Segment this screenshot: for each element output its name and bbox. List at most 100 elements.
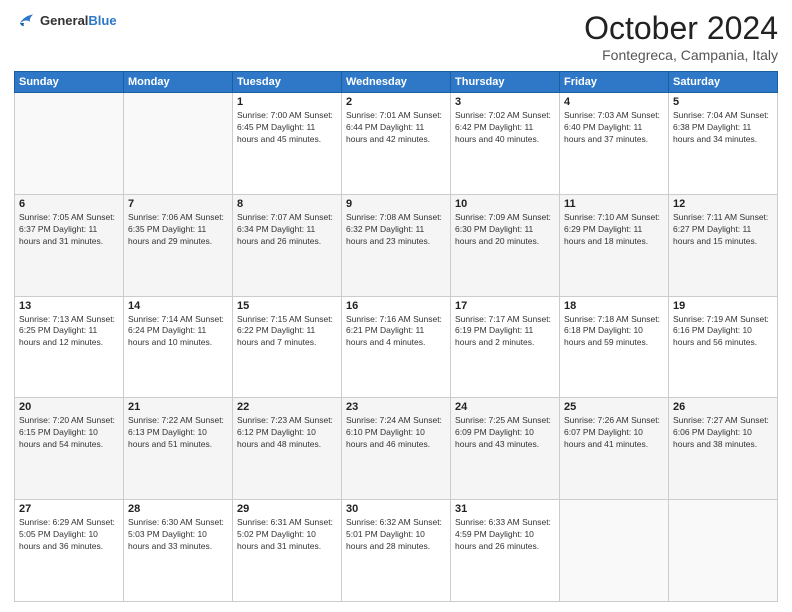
page: GeneralBlue October 2024 Fontegreca, Cam… — [0, 0, 792, 612]
calendar-cell: 17Sunrise: 7:17 AM Sunset: 6:19 PM Dayli… — [451, 296, 560, 398]
day-number: 28 — [128, 503, 228, 515]
day-number: 30 — [346, 503, 446, 515]
day-info: Sunrise: 7:11 AM Sunset: 6:27 PM Dayligh… — [673, 212, 773, 248]
header: GeneralBlue October 2024 Fontegreca, Cam… — [14, 10, 778, 63]
day-info: Sunrise: 7:06 AM Sunset: 6:35 PM Dayligh… — [128, 212, 228, 248]
day-info: Sunrise: 7:13 AM Sunset: 6:25 PM Dayligh… — [19, 314, 119, 350]
day-number: 25 — [564, 401, 664, 413]
day-number: 3 — [455, 96, 555, 108]
calendar-cell — [15, 93, 124, 195]
logo-general: General — [40, 13, 88, 28]
title-block: October 2024 Fontegreca, Campania, Italy — [584, 10, 778, 63]
col-friday: Friday — [560, 72, 669, 93]
day-number: 14 — [128, 300, 228, 312]
calendar-header-row: Sunday Monday Tuesday Wednesday Thursday… — [15, 72, 778, 93]
calendar-cell: 16 Sunrise: 7:16 AM Sunset: 6:21 PM Dayli… — [342, 296, 451, 398]
day-info: Sunrise: 7:05 AM Sunset: 6:37 PM Dayligh… — [19, 212, 119, 248]
calendar-cell: 14 Sunrise: 7:14 AM Sunset: 6:24 PM Dayli… — [124, 296, 233, 398]
calendar-cell: 21Sunrise: 7:22 AM Sunset: 6:13 PM Dayli… — [124, 398, 233, 500]
col-tuesday: Tuesday — [233, 72, 342, 93]
day-number: 29 — [237, 503, 337, 515]
calendar-cell: 20 Sunrise: 7:20 AM Sunset: 6:15 PM Dayli… — [15, 398, 124, 500]
day-number: 26 — [673, 401, 773, 413]
day-number: 2 — [346, 96, 446, 108]
calendar-cell: 11 Sunrise: 7:10 AM Sunset: 6:29 PM Dayli… — [560, 194, 669, 296]
calendar-week-2: 6 Sunrise: 7:05 AM Sunset: 6:37 PM Daylig… — [15, 194, 778, 296]
calendar-cell — [124, 93, 233, 195]
calendar-week-3: 13 Sunrise: 7:13 AM Sunset: 6:25 PM Dayli… — [15, 296, 778, 398]
day-info: Sunrise: 7:01 AM Sunset: 6:44 PM Dayligh… — [346, 110, 446, 146]
calendar-cell: 30 Sunrise: 6:32 AM Sunset: 5:01 PM Dayli… — [342, 500, 451, 602]
calendar-cell — [560, 500, 669, 602]
day-info: Sunrise: 7:14 AM Sunset: 6:24 PM Dayligh… — [128, 314, 228, 350]
day-info: Sunrise: 7:27 AM Sunset: 6:06 PM Dayligh… — [673, 415, 773, 451]
day-number: 4 — [564, 96, 664, 108]
day-number: 20 — [19, 401, 119, 413]
col-wednesday: Wednesday — [342, 72, 451, 93]
day-number: 16 — [346, 300, 446, 312]
calendar-cell — [669, 500, 778, 602]
day-number: 6 — [19, 198, 119, 210]
col-thursday: Thursday — [451, 72, 560, 93]
day-number: 13 — [19, 300, 119, 312]
day-info: Sunrise: 7:03 AM Sunset: 6:40 PM Dayligh… — [564, 110, 664, 146]
day-info: Sunrise: 7:24 AM Sunset: 6:10 PM Dayligh… — [346, 415, 446, 451]
day-number: 8 — [237, 198, 337, 210]
day-info: Sunrise: 7:20 AM Sunset: 6:15 PM Dayligh… — [19, 415, 119, 451]
day-number: 21 — [128, 401, 228, 413]
day-info: Sunrise: 7:17 AM Sunset: 6:19 PM Dayligh… — [455, 314, 555, 350]
day-info: Sunrise: 7:18 AM Sunset: 6:18 PM Dayligh… — [564, 314, 664, 350]
calendar-cell: 8 Sunrise: 7:07 AM Sunset: 6:34 PM Daylig… — [233, 194, 342, 296]
day-info: Sunrise: 7:25 AM Sunset: 6:09 PM Dayligh… — [455, 415, 555, 451]
day-info: Sunrise: 7:26 AM Sunset: 6:07 PM Dayligh… — [564, 415, 664, 451]
day-number: 7 — [128, 198, 228, 210]
calendar-cell: 4 Sunrise: 7:03 AM Sunset: 6:40 PM Daylig… — [560, 93, 669, 195]
calendar-cell: 2 Sunrise: 7:01 AM Sunset: 6:44 PM Daylig… — [342, 93, 451, 195]
calendar-cell: 18Sunrise: 7:18 AM Sunset: 6:18 PM Dayli… — [560, 296, 669, 398]
calendar-cell: 1 Sunrise: 7:00 AM Sunset: 6:45 PM Daylig… — [233, 93, 342, 195]
calendar-cell: 13 Sunrise: 7:13 AM Sunset: 6:25 PM Dayli… — [15, 296, 124, 398]
day-info: Sunrise: 7:00 AM Sunset: 6:45 PM Dayligh… — [237, 110, 337, 146]
day-number: 31 — [455, 503, 555, 515]
day-number: 19 — [673, 300, 773, 312]
day-info: Sunrise: 7:07 AM Sunset: 6:34 PM Dayligh… — [237, 212, 337, 248]
calendar-cell: 22 Sunrise: 7:23 AM Sunset: 6:12 PM Dayli… — [233, 398, 342, 500]
day-info: Sunrise: 6:32 AM Sunset: 5:01 PM Dayligh… — [346, 517, 446, 553]
day-info: Sunrise: 7:08 AM Sunset: 6:32 PM Dayligh… — [346, 212, 446, 248]
day-info: Sunrise: 6:30 AM Sunset: 5:03 PM Dayligh… — [128, 517, 228, 553]
calendar-cell: 23 Sunrise: 7:24 AM Sunset: 6:10 PM Dayli… — [342, 398, 451, 500]
day-number: 1 — [237, 96, 337, 108]
calendar-cell: 7 Sunrise: 7:06 AM Sunset: 6:35 PM Daylig… — [124, 194, 233, 296]
day-number: 24 — [455, 401, 555, 413]
day-number: 11 — [564, 198, 664, 210]
calendar-cell: 19 Sunrise: 7:19 AM Sunset: 6:16 PM Dayli… — [669, 296, 778, 398]
calendar-cell: 31 Sunrise: 6:33 AM Sunset: 4:59 PM Dayli… — [451, 500, 560, 602]
day-number: 15 — [237, 300, 337, 312]
day-info: Sunrise: 7:04 AM Sunset: 6:38 PM Dayligh… — [673, 110, 773, 146]
day-number: 23 — [346, 401, 446, 413]
calendar-cell: 26 Sunrise: 7:27 AM Sunset: 6:06 PM Dayli… — [669, 398, 778, 500]
calendar-cell: 25 Sunrise: 7:26 AM Sunset: 6:07 PM Dayli… — [560, 398, 669, 500]
location: Fontegreca, Campania, Italy — [584, 47, 778, 63]
day-info: Sunrise: 6:33 AM Sunset: 4:59 PM Dayligh… — [455, 517, 555, 553]
day-info: Sunrise: 7:16 AM Sunset: 6:21 PM Dayligh… — [346, 314, 446, 350]
col-sunday: Sunday — [15, 72, 124, 93]
col-saturday: Saturday — [669, 72, 778, 93]
calendar-cell: 29 Sunrise: 6:31 AM Sunset: 5:02 PM Dayli… — [233, 500, 342, 602]
col-monday: Monday — [124, 72, 233, 93]
calendar-cell: 3Sunrise: 7:02 AM Sunset: 6:42 PM Daylig… — [451, 93, 560, 195]
calendar-cell: 15 Sunrise: 7:15 AM Sunset: 6:22 PM Dayli… — [233, 296, 342, 398]
day-number: 22 — [237, 401, 337, 413]
calendar-cell: 28 Sunrise: 6:30 AM Sunset: 5:03 PM Dayli… — [124, 500, 233, 602]
month-title: October 2024 — [584, 10, 778, 47]
day-info: Sunrise: 7:15 AM Sunset: 6:22 PM Dayligh… — [237, 314, 337, 350]
day-number: 10 — [455, 198, 555, 210]
day-info: Sunrise: 7:19 AM Sunset: 6:16 PM Dayligh… — [673, 314, 773, 350]
day-info: Sunrise: 7:10 AM Sunset: 6:29 PM Dayligh… — [564, 212, 664, 248]
calendar-cell: 6 Sunrise: 7:05 AM Sunset: 6:37 PM Daylig… — [15, 194, 124, 296]
day-info: Sunrise: 7:23 AM Sunset: 6:12 PM Dayligh… — [237, 415, 337, 451]
calendar-week-1: 1 Sunrise: 7:00 AM Sunset: 6:45 PM Daylig… — [15, 93, 778, 195]
day-info: Sunrise: 6:31 AM Sunset: 5:02 PM Dayligh… — [237, 517, 337, 553]
day-number: 27 — [19, 503, 119, 515]
day-number: 5 — [673, 96, 773, 108]
